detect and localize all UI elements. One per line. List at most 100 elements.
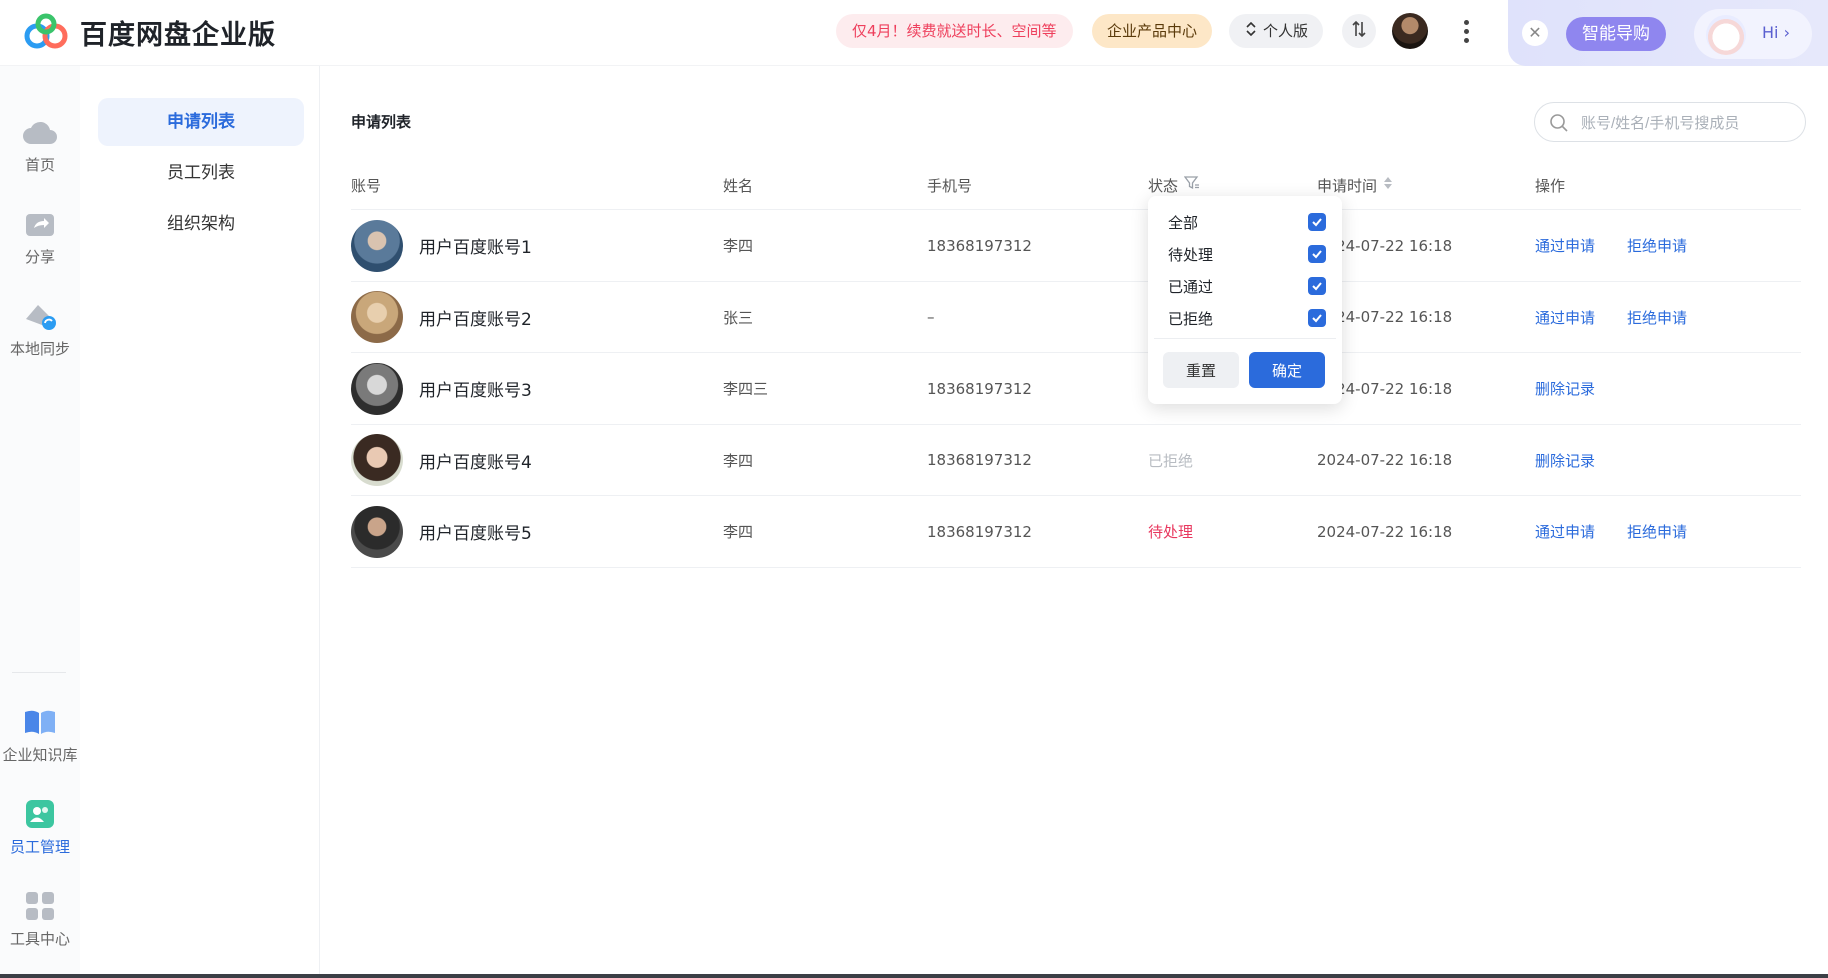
filter-option-label: 已通过 [1168, 277, 1214, 296]
logo[interactable]: 百度网盘企业版 [22, 12, 276, 52]
name-cell: 李四 [723, 523, 754, 541]
rail-label: 工具中心 [9, 930, 70, 948]
close-icon[interactable]: ✕ [1522, 20, 1548, 46]
avatar [351, 505, 403, 558]
approve-button[interactable]: 通过申请 [1535, 521, 1595, 542]
table-row: 用户百度账号1 李四 18368197312 2024-07-22 16:18 … [351, 210, 1801, 282]
more-dot-icon [1463, 19, 1469, 25]
filter-option-pending[interactable]: 待处理 [1168, 242, 1326, 266]
search-icon [1549, 113, 1569, 137]
table-row: 用户百度账号4 李四 18368197312 已拒绝 2024-07-22 16… [351, 425, 1801, 496]
subnav-item-org-structure[interactable]: 组织架构 [98, 200, 304, 248]
reject-button[interactable]: 拒绝申请 [1627, 521, 1687, 542]
table-row: 用户百度账号3 李四三 18368197312 2024-07-22 16:18… [351, 353, 1801, 425]
sort-icon[interactable] [1383, 162, 1393, 210]
sync-icon [22, 298, 58, 334]
phone-cell: 18368197312 [927, 522, 1032, 541]
avatar [351, 362, 403, 415]
assistant-hi-button[interactable]: Hi › [1694, 9, 1812, 59]
name-cell: 李四三 [723, 380, 769, 398]
filter-option-label: 全部 [1168, 213, 1199, 232]
table-header: 账号 姓名 手机号 状态 申请时间 操作 [351, 162, 1801, 210]
checkbox-checked-icon[interactable] [1308, 245, 1326, 263]
apply-time-cell: 2024-07-22 16:18 [1317, 451, 1453, 469]
avatar [351, 219, 403, 272]
app-title: 百度网盘企业版 [80, 19, 276, 51]
product-center-button[interactable]: 企业产品中心 [1092, 14, 1213, 48]
checkbox-checked-icon[interactable] [1308, 277, 1326, 295]
personal-edition-button[interactable]: 个人版 [1229, 14, 1324, 48]
checkbox-checked-icon[interactable] [1308, 213, 1326, 231]
rail-label: 首页 [24, 156, 55, 174]
assistant-hi-label: Hi › [1762, 23, 1790, 42]
apply-time-cell: 2024-07-22 16:18 [1317, 522, 1453, 541]
rail-item-tool-center[interactable]: 工具中心 [0, 888, 80, 949]
search-input[interactable] [1581, 111, 1791, 135]
reset-button[interactable]: 重置 [1163, 352, 1239, 388]
switch-icon [1244, 14, 1258, 48]
subnav-item-staff-list[interactable]: 员工列表 [98, 149, 304, 197]
approve-button[interactable]: 通过申请 [1535, 235, 1595, 256]
name-cell: 李四 [723, 451, 754, 470]
account-cell: 用户百度账号5 [351, 496, 532, 567]
sub-navigation: 申请列表 员工列表 组织架构 [80, 66, 320, 978]
approve-button[interactable]: 通过申请 [1535, 307, 1595, 328]
more-dot-icon [1463, 37, 1469, 43]
rail-item-knowledge-base[interactable]: 企业知识库 [0, 704, 80, 765]
reject-button[interactable]: 拒绝申请 [1627, 235, 1687, 256]
baidu-netdisk-logo-icon [22, 12, 72, 52]
confirm-button[interactable]: 确定 [1249, 352, 1325, 388]
phone-cell: 18368197312 [927, 236, 1032, 255]
phone-cell: 18368197312 [927, 379, 1032, 398]
rail-item-local-sync[interactable]: 本地同步 [0, 298, 80, 359]
account-cell: 用户百度账号3 [351, 353, 532, 424]
account-name: 用户百度账号4 [419, 452, 532, 473]
account-name: 用户百度账号1 [419, 238, 532, 258]
divider [1154, 338, 1336, 339]
phone-cell: 18368197312 [927, 451, 1032, 469]
account-cell: 用户百度账号1 [351, 210, 532, 281]
account-name: 用户百度账号2 [419, 309, 532, 330]
actions-cell: 删除记录 [1535, 353, 1627, 424]
rail-item-staff-management[interactable]: 员工管理 [0, 796, 80, 857]
table-row: 用户百度账号2 张三 – 2024-07-22 16:18 通过申请 拒绝申请 [351, 282, 1801, 353]
user-avatar[interactable] [1392, 13, 1428, 49]
status-cell: 已拒绝 [1148, 451, 1194, 470]
checkbox-checked-icon[interactable] [1308, 309, 1326, 327]
actions-cell: 删除记录 [1535, 425, 1627, 496]
people-icon [22, 796, 58, 832]
avatar [351, 291, 403, 343]
rail-label: 员工管理 [9, 838, 70, 856]
subnav-item-applications[interactable]: 申请列表 [98, 98, 304, 146]
filter-option-all[interactable]: 全部 [1168, 210, 1326, 234]
grid-icon [22, 888, 58, 924]
reject-button[interactable]: 拒绝申请 [1627, 307, 1687, 328]
account-cell: 用户百度账号2 [351, 282, 532, 353]
main-content: 申请列表 账号 姓名 手机号 状态 申请时间 [320, 66, 1828, 978]
rail-item-share[interactable]: 分享 [0, 206, 80, 267]
column-header-account: 账号 [351, 177, 382, 195]
promo-banner[interactable]: 仅4月！续费就送时长、空间等 [836, 14, 1073, 48]
rail-label: 本地同步 [9, 340, 70, 358]
filter-option-approved[interactable]: 已通过 [1168, 274, 1326, 298]
personal-edition-label: 个人版 [1263, 22, 1309, 40]
transfer-arrows-icon [1350, 20, 1368, 42]
book-icon [22, 704, 58, 740]
delete-record-button[interactable]: 删除记录 [1535, 450, 1595, 471]
name-cell: 张三 [723, 308, 754, 327]
actions-cell: 通过申请 拒绝申请 [1535, 210, 1719, 281]
status-cell: 待处理 [1148, 523, 1194, 541]
cloud-icon [22, 114, 58, 150]
more-menu-button[interactable] [1456, 16, 1476, 46]
delete-record-button[interactable]: 删除记录 [1535, 378, 1595, 399]
assistant-mascot-icon [1706, 15, 1746, 55]
transfer-button[interactable] [1342, 14, 1376, 48]
actions-cell: 通过申请 拒绝申请 [1535, 282, 1719, 353]
applications-table: 账号 姓名 手机号 状态 申请时间 操作 用户百度账号1 李四 18368197… [351, 162, 1801, 568]
filter-option-rejected[interactable]: 已拒绝 [1168, 306, 1326, 330]
top-header: 百度网盘企业版 仅4月！续费就送时长、空间等 企业产品中心 个人版 ✕ 智能导购… [0, 0, 1828, 66]
rail-item-home[interactable]: 首页 [0, 114, 80, 175]
smart-guide-button[interactable]: 智能导购 [1566, 17, 1666, 51]
avatar [351, 434, 403, 486]
column-header-actions: 操作 [1535, 177, 1566, 195]
